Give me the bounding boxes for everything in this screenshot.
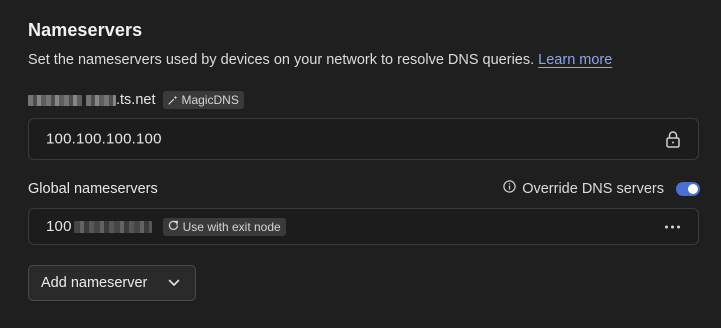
add-nameserver-button[interactable]: Add nameserver [28,265,196,301]
info-icon[interactable] [503,180,516,197]
override-dns-control: Override DNS servers [503,180,700,197]
magicdns-nameserver-value: 100.100.100.100 [46,130,162,148]
redacted-domain-part [86,94,116,106]
global-nameserver-value: 100 Use with exit node [46,217,286,236]
exit-node-badge: Use with exit node [162,217,286,236]
sparkle-icon [167,95,178,105]
nameservers-section: Nameservers Set the nameservers used by … [0,0,721,328]
domain-suffix: .ts.net [116,92,156,108]
exit-node-icon [168,220,179,234]
more-horizontal-icon[interactable] [665,225,680,228]
chevron-down-icon [168,275,180,291]
description-text: Set the nameservers used by devices on y… [28,52,535,68]
exit-node-label: Use with exit node [182,219,281,234]
redacted-ip-part [73,220,152,233]
magicdns-badge: MagicDNS [162,91,244,109]
override-dns-toggle[interactable] [676,181,700,196]
section-title: Nameservers [28,20,143,40]
lock-icon [665,130,681,148]
tailnet-domain-row: .ts.net MagicDNS [28,91,244,109]
global-nameserver-row: 100 Use with exit node [28,208,699,245]
redacted-domain-part [28,94,82,106]
learn-more-link[interactable]: Learn more [538,52,612,68]
add-nameserver-label: Add nameserver [41,275,148,291]
section-description: Set the nameservers used by devices on y… [28,52,612,68]
global-nameservers-label: Global nameservers [28,181,158,197]
magicdns-badge-label: MagicDNS [181,93,239,107]
override-dns-label: Override DNS servers [522,180,664,197]
magicdns-nameserver-field: 100.100.100.100 [28,118,699,160]
global-nameserver-prefix: 100 [46,218,72,235]
